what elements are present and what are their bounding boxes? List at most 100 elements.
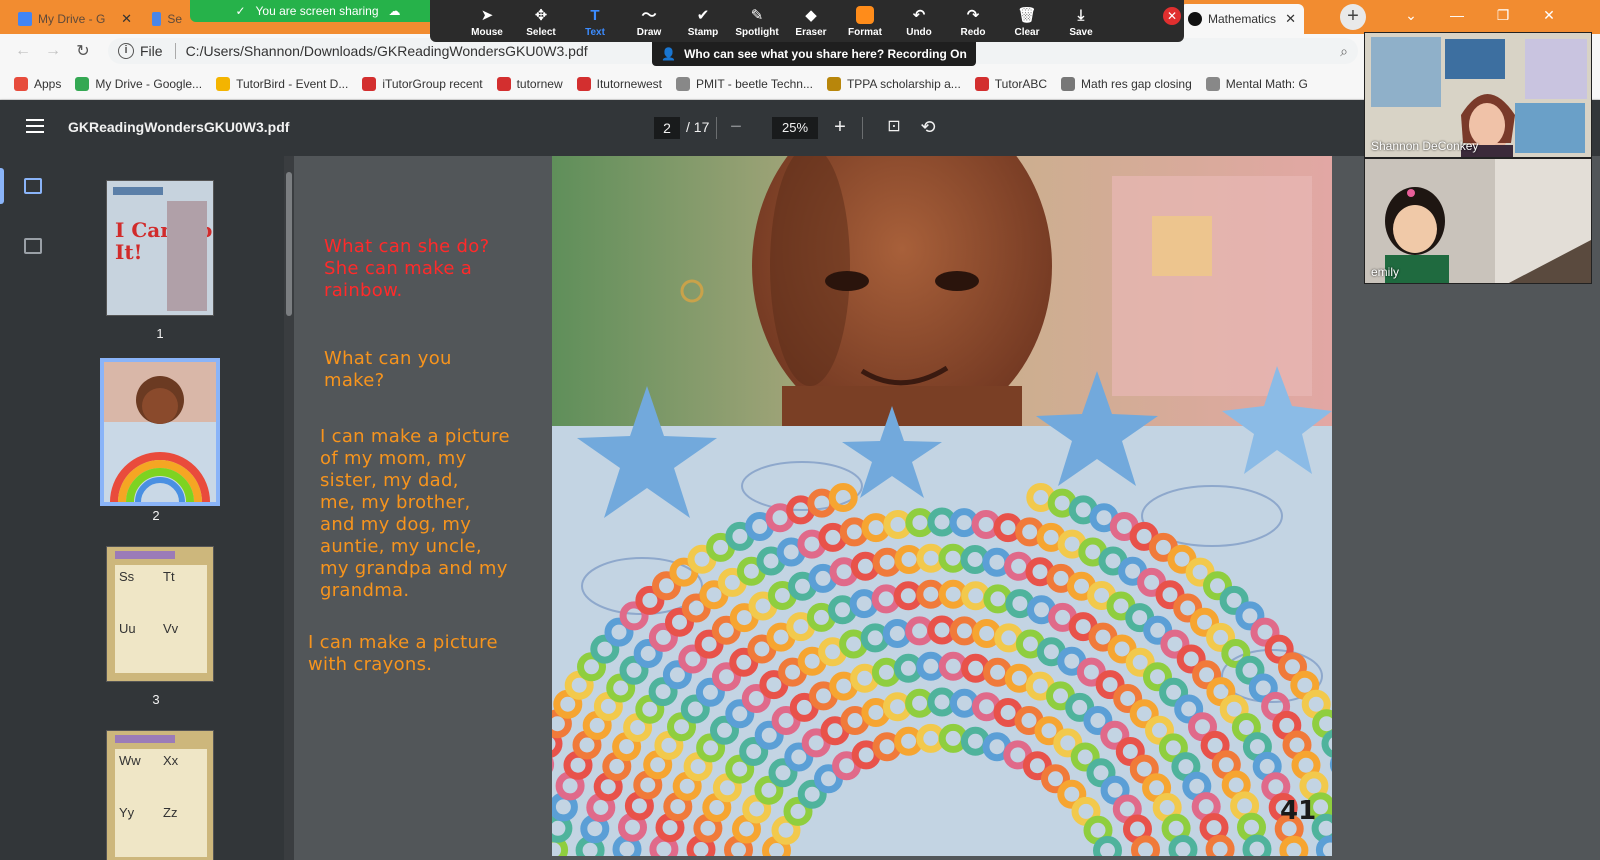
bookmark-label: PMIT - beetle Techn... xyxy=(696,76,813,91)
annotation-answer-crayons[interactable]: I can make a picture with crayons. xyxy=(308,632,498,676)
bookmark-item[interactable]: PMIT - beetle Techn... xyxy=(676,76,813,91)
viewer-icon: 👤 xyxy=(661,47,677,61)
bookmark-item[interactable]: TutorBird - Event D... xyxy=(216,76,348,91)
bookmark-favicon-icon xyxy=(576,76,591,91)
tab-label: Mathematics xyxy=(1208,12,1277,26)
bookmark-item[interactable]: iTutorGroup recent xyxy=(362,76,483,91)
site-icon xyxy=(1188,12,1202,26)
bookmark-label: Math res gap closing xyxy=(1081,76,1192,91)
zoom-in-button[interactable]: + xyxy=(828,115,852,139)
rail-selection-indicator xyxy=(0,168,4,204)
minimize-icon[interactable]: — xyxy=(1434,0,1480,30)
sidebar-scroll-thumb[interactable] xyxy=(286,172,292,316)
tab-search-icon[interactable]: ⌄ xyxy=(1388,0,1434,30)
bookmark-item[interactable]: TPPA scholarship a... xyxy=(826,76,961,91)
close-window-icon[interactable]: ✕ xyxy=(1526,0,1572,30)
restore-icon[interactable]: ❐ xyxy=(1480,0,1526,30)
zoom-out-button[interactable]: − xyxy=(724,115,748,139)
close-annotation-icon[interactable]: ✕ xyxy=(1163,7,1181,25)
tool-stamp-button[interactable]: ✔ Stamp xyxy=(676,0,730,42)
outline-view-icon[interactable] xyxy=(24,238,42,254)
page-thumbnail-2[interactable] xyxy=(100,358,220,506)
zoom-magnifier-icon[interactable]: ⌕ xyxy=(1340,43,1348,60)
tool-mouse-button[interactable]: ➤ Mouse xyxy=(460,0,514,42)
page-thumbnail-4[interactable]: Ww Xx Yy Zz xyxy=(106,730,214,860)
bookmark-item[interactable]: My Drive - Google... xyxy=(75,76,203,91)
bookmark-item[interactable]: Mental Math: G xyxy=(1205,76,1308,91)
bookmark-item[interactable]: Apps xyxy=(14,76,61,91)
bookmark-label: My Drive - Google... xyxy=(95,76,203,91)
url-text[interactable]: C:/Users/Shannon/Downloads/GKReadingWond… xyxy=(186,43,588,59)
annotation-toolbar: ✕ ➤ Mouse ✥ Select T Text 〜 Draw ✔ Stamp ✎ Spotlight… xyxy=(430,0,1184,42)
bookmark-item[interactable]: TutorABC xyxy=(974,76,1047,91)
clear-icon: 🗑 xyxy=(1017,7,1037,24)
tool-format-button[interactable]: Format xyxy=(838,0,892,42)
tab-label: My Drive - G xyxy=(38,12,106,26)
reload-icon[interactable]: ↻ xyxy=(68,41,98,61)
thumbnail-label: 3 xyxy=(152,692,160,707)
tool-label: Mouse xyxy=(471,27,503,38)
bookmark-favicon-icon xyxy=(496,76,511,91)
zoom-level-input[interactable]: 25% xyxy=(772,117,818,139)
page-thumbnail-1[interactable]: I Can Do It! xyxy=(106,180,214,316)
tab-mathematics[interactable]: Mathematics ✕ xyxy=(1180,4,1304,34)
docs-icon xyxy=(152,12,162,26)
bookmark-favicon-icon xyxy=(676,76,690,91)
tool-draw-button[interactable]: 〜 Draw xyxy=(622,0,676,42)
forward-icon[interactable]: → xyxy=(38,42,68,60)
recording-notice[interactable]: 👤 Who can see what you share here? Recor… xyxy=(652,42,976,66)
pdf-sidebar: I Can Do It! 1 2 Ss Tt Uu Vv 3 Ww Xx Yy … xyxy=(0,156,294,860)
bookmark-item[interactable]: Math res gap closing xyxy=(1061,76,1192,91)
eraser-icon: ◆ xyxy=(805,7,817,24)
info-icon[interactable]: i xyxy=(118,43,134,59)
draw-icon: 〜 xyxy=(641,7,657,24)
video-tile-emily[interactable]: emily xyxy=(1364,158,1592,284)
share-status-text: You are screen sharing xyxy=(255,4,379,18)
tool-undo-button[interactable]: ↶ Undo xyxy=(892,0,946,42)
bookmark-favicon-icon xyxy=(216,76,231,91)
annotation-answer-family[interactable]: I can make a picture of my mom, my siste… xyxy=(320,426,510,602)
tool-redo-button[interactable]: ↷ Redo xyxy=(946,0,1000,42)
thumbnail-label: 2 xyxy=(152,508,160,523)
tool-spotlight-button[interactable]: ✎ Spotlight xyxy=(730,0,784,42)
participant-video xyxy=(1365,159,1591,283)
tool-save-button[interactable]: ⤓ Save xyxy=(1054,0,1108,42)
page-number-input[interactable]: 2 xyxy=(654,117,680,139)
page-thumbnail-3[interactable]: Ss Tt Uu Vv xyxy=(106,546,214,682)
bookmark-item[interactable]: tutornew xyxy=(496,76,563,91)
annotation-question-you[interactable]: What can you make? xyxy=(324,348,452,392)
pdf-toolbar: GKReadingWondersGKU0W3.pdf 2 / 17 − 25% … xyxy=(0,100,1600,156)
video-tile-shannon[interactable]: Shannon DeConkey xyxy=(1364,32,1592,158)
undo-icon: ↶ xyxy=(912,7,926,24)
screen: { "browser": { "tabs": [ {"label": "My D… xyxy=(0,0,1600,860)
back-icon[interactable]: ← xyxy=(8,42,38,60)
tool-eraser-button[interactable]: ◆ Eraser xyxy=(784,0,838,42)
share-icon: ✓ xyxy=(235,4,246,18)
tab-my-drive[interactable]: My Drive - G ✕ xyxy=(10,4,140,34)
rotate-icon[interactable]: ⟲ xyxy=(916,115,940,139)
bookmark-item[interactable]: Itutornewest xyxy=(576,76,662,91)
thumbnails-view-icon[interactable] xyxy=(24,178,42,194)
save-icon: ⤓ xyxy=(1077,7,1085,24)
bookmark-favicon-icon xyxy=(362,76,377,91)
thumb-banner xyxy=(115,551,175,559)
tab-second[interactable]: Se xyxy=(144,4,190,34)
new-tab-button[interactable]: + xyxy=(1340,4,1366,30)
close-tab-icon[interactable]: ✕ xyxy=(1285,11,1296,27)
screen-sharing-indicator[interactable]: ✓ You are screen sharing ☁ xyxy=(190,0,446,22)
tab-label: Se xyxy=(167,12,182,26)
thumb-photo xyxy=(167,201,207,311)
tool-select-button[interactable]: ✥ Select xyxy=(514,0,568,42)
thumb-letter: Tt xyxy=(163,569,175,584)
thumb-letter: Zz xyxy=(163,805,178,820)
thumb-letter: Vv xyxy=(163,621,179,636)
menu-icon[interactable] xyxy=(26,119,44,133)
annotation-question-she[interactable]: What can she do? She can make a rainbow. xyxy=(324,236,489,302)
tool-label: Format xyxy=(848,27,882,38)
tool-label: Clear xyxy=(1014,27,1040,38)
fit-page-icon[interactable]: ⊡ xyxy=(882,115,906,139)
close-tab-icon[interactable]: ✕ xyxy=(121,11,132,27)
tool-clear-button[interactable]: 🗑 Clear xyxy=(1000,0,1054,42)
bookmark-label: tutornew xyxy=(516,76,563,91)
tool-text-button[interactable]: T Text xyxy=(568,0,622,42)
